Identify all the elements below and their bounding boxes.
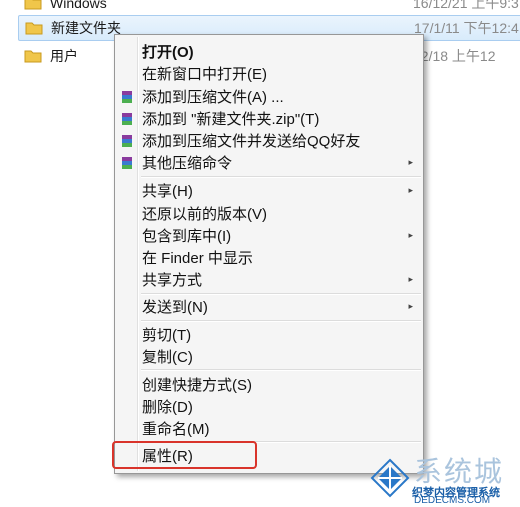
menu-item-include-library[interactable]: 包含到库中(I) ▸ xyxy=(117,224,421,246)
menu-item-delete[interactable]: 删除(D) xyxy=(117,395,421,417)
menu-item-label: 共享(H) xyxy=(142,182,193,200)
menu-item-label: 在 Finder 中显示 xyxy=(142,249,253,267)
menu-item-label: 发送到(N) xyxy=(142,298,208,316)
menu-item-label: 剪切(T) xyxy=(142,326,192,344)
menu-item-add-zip[interactable]: 添加到 "新建文件夹.zip"(T) xyxy=(117,107,421,129)
winrar-icon xyxy=(121,112,133,125)
menu-item-open-new-window[interactable]: 在新窗口中打开(E) xyxy=(117,62,421,84)
menu-item-send-to[interactable]: 发送到(N) ▸ xyxy=(117,295,421,317)
menu-item-show-in-finder[interactable]: 在 Finder 中显示 xyxy=(117,246,421,268)
context-menu: 打开(O) 在新窗口中打开(E) 添加到压缩文件(A) ... 添加到 "新建文… xyxy=(114,34,424,474)
winrar-icon xyxy=(121,156,133,169)
menu-item-share[interactable]: 共享(H) ▸ xyxy=(117,179,421,201)
submenu-arrow-icon: ▸ xyxy=(408,273,413,284)
menu-item-rename[interactable]: 重命名(M) xyxy=(117,417,421,439)
menu-item-label: 添加到压缩文件并发送给QQ好友 xyxy=(142,132,361,150)
menu-item-label: 创建快捷方式(S) xyxy=(142,376,252,394)
submenu-arrow-icon: ▸ xyxy=(408,156,413,167)
menu-item-share-method[interactable]: 共享方式 ▸ xyxy=(117,268,421,290)
menu-item-label: 添加到 "新建文件夹.zip"(T) xyxy=(142,110,320,128)
file-name: Windows xyxy=(50,0,107,11)
folder-icon xyxy=(24,0,42,10)
watermark: 系统城 织梦内容管理系统 DEDECMS.COM xyxy=(364,450,520,507)
menu-item-add-archive-qq[interactable]: 添加到压缩文件并发送给QQ好友 xyxy=(117,129,421,151)
menu-item-label: 复制(C) xyxy=(142,348,193,366)
menu-item-restore-versions[interactable]: 还原以前的版本(V) xyxy=(117,202,421,224)
menu-item-cut[interactable]: 剪切(T) xyxy=(117,323,421,345)
menu-item-label: 在新窗口中打开(E) xyxy=(142,65,267,83)
submenu-arrow-icon: ▸ xyxy=(408,184,413,195)
menu-item-create-shortcut[interactable]: 创建快捷方式(S) xyxy=(117,373,421,395)
menu-item-label: 其他压缩命令 xyxy=(142,154,233,172)
menu-item-label: 包含到库中(I) xyxy=(142,227,232,245)
menu-item-add-archive[interactable]: 添加到压缩文件(A) ... xyxy=(117,85,421,107)
menu-separator xyxy=(141,369,421,371)
menu-item-other-compress[interactable]: 其他压缩命令 ▸ xyxy=(117,151,421,173)
file-date: 17/1/11 下午12:4 xyxy=(414,20,519,36)
menu-item-label: 删除(D) xyxy=(142,398,193,416)
menu-separator xyxy=(141,320,421,322)
menu-item-open[interactable]: 打开(O) xyxy=(117,40,421,62)
submenu-arrow-icon: ▸ xyxy=(408,229,413,240)
file-date: 16/12/21 上午9:3 xyxy=(413,0,519,11)
menu-item-label: 还原以前的版本(V) xyxy=(142,205,267,223)
menu-item-copy[interactable]: 复制(C) xyxy=(117,345,421,367)
menu-item-label: 重命名(M) xyxy=(142,420,210,438)
watermark-url: DEDECMS.COM xyxy=(414,495,491,506)
menu-separator xyxy=(141,176,421,178)
highlight-annotation xyxy=(112,441,257,469)
file-row-windows[interactable]: Windows 16/12/21 上午9:3 xyxy=(18,0,520,16)
menu-item-label: 打开(O) xyxy=(142,43,194,61)
file-date: 12/18 上午12 xyxy=(413,48,496,64)
submenu-arrow-icon: ▸ xyxy=(408,300,413,311)
menu-item-label: 添加到压缩文件(A) ... xyxy=(142,88,284,106)
windows-logo-icon xyxy=(370,458,410,498)
winrar-icon xyxy=(121,134,133,147)
winrar-icon xyxy=(121,90,133,103)
menu-item-label: 共享方式 xyxy=(142,271,203,289)
folder-icon xyxy=(25,21,43,35)
file-explorer: Windows 16/12/21 上午9:3 新建文件夹 17/1/11 下午1… xyxy=(0,0,520,507)
folder-icon xyxy=(24,49,42,63)
